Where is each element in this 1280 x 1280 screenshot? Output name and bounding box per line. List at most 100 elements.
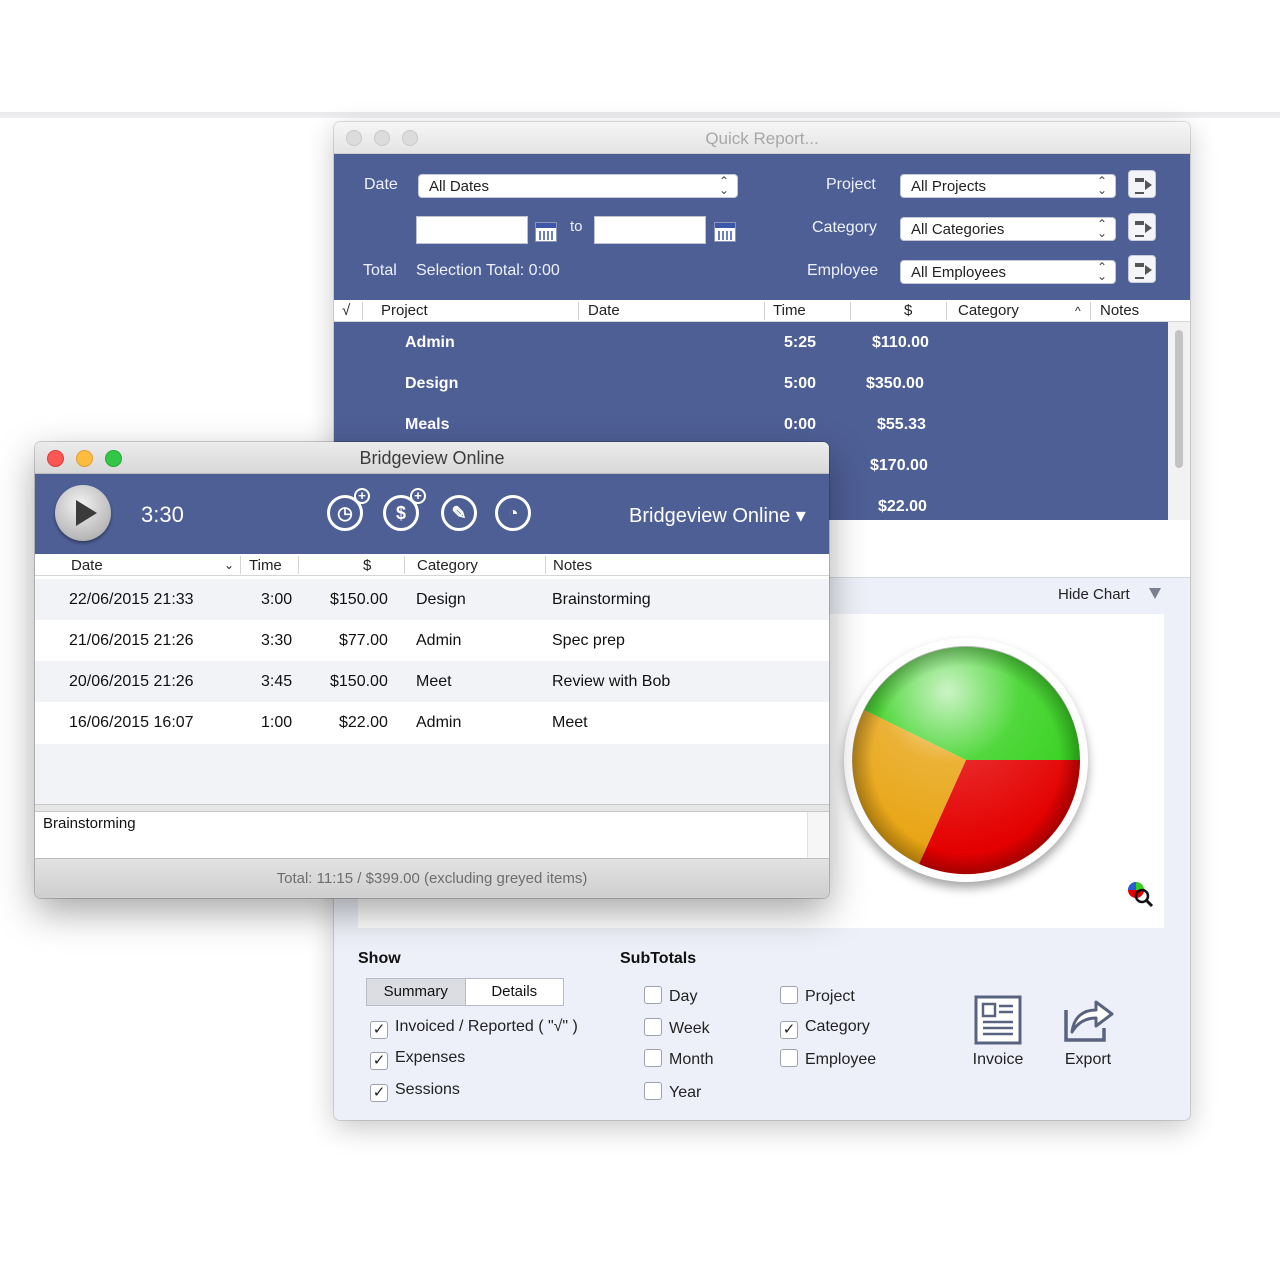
expenses-checkbox[interactable]: ✓ Expenses <box>370 1049 465 1070</box>
export-button[interactable]: Export <box>1056 994 1120 1069</box>
category-select-value: All Categories <box>911 221 1005 238</box>
employee-picker-button[interactable] <box>1128 255 1156 283</box>
calendar-icon[interactable] <box>714 222 736 242</box>
checkbox-box[interactable]: ✓ <box>370 1052 388 1070</box>
calendar-icon[interactable] <box>535 222 557 242</box>
date-select-value: All Dates <box>429 178 490 195</box>
row-project: Admin <box>405 334 455 351</box>
employee-select[interactable]: All Employees ⌃ ⌄ <box>900 260 1116 284</box>
view-mode-segmented-control[interactable]: Summary Details <box>366 978 564 1006</box>
invoice-button[interactable]: Invoice <box>966 994 1030 1069</box>
pie-chart[interactable] <box>844 638 1088 882</box>
checkbox-box[interactable] <box>644 986 662 1004</box>
column-header-amount[interactable]: $ <box>904 302 912 319</box>
table-row[interactable]: 20/06/2015 21:26 3:45 $150.00 Meet Revie… <box>35 661 829 702</box>
details-tab[interactable]: Details <box>466 979 564 1005</box>
column-header-date[interactable]: Date <box>71 557 103 574</box>
quick-report-titlebar[interactable]: Quick Report... <box>334 122 1190 154</box>
show-label: Show <box>358 950 401 967</box>
checkbox-box[interactable] <box>780 1049 798 1067</box>
employee-label: Employee <box>807 262 879 279</box>
subtotals-label: SubTotals <box>620 950 697 967</box>
split-view-divider[interactable] <box>35 804 829 812</box>
checkbox-label: Category <box>805 1018 870 1035</box>
project-select[interactable]: All Projects ⌃ ⌄ <box>900 174 1116 198</box>
category-subtotal-checkbox[interactable]: ✓ Category <box>780 1018 870 1039</box>
project-menu[interactable]: Bridgeview Online ▾ <box>629 503 806 528</box>
checkbox-box[interactable]: ✓ <box>780 1021 798 1039</box>
filter-panel: Date All Dates ⌃ ⌄ to Total Selection Tot… <box>334 154 1190 300</box>
start-date-input[interactable] <box>416 216 528 244</box>
summary-tab[interactable]: Summary <box>367 979 466 1005</box>
sessions-checkbox[interactable]: ✓ Sessions <box>370 1081 460 1102</box>
table-row[interactable]: 22/06/2015 21:33 3:00 $150.00 Design Bra… <box>35 579 829 620</box>
date-select[interactable]: All Dates ⌃ ⌄ <box>418 174 738 198</box>
category-select[interactable]: All Categories ⌃ ⌄ <box>900 217 1116 241</box>
column-header-project[interactable]: Project <box>381 302 428 319</box>
invoice-label: Invoice <box>972 1051 1024 1068</box>
row-time: 5:00 <box>784 375 817 392</box>
chart-zoom-icon[interactable] <box>1124 878 1156 910</box>
checkbox-box[interactable] <box>780 986 798 1004</box>
column-header-amount[interactable]: $ <box>363 557 371 574</box>
table-row[interactable]: 16/06/2015 16:07 1:00 $22.00 Admin Meet <box>35 702 829 743</box>
column-divider <box>404 556 405 574</box>
checkbox-box[interactable] <box>644 1082 662 1100</box>
column-header-time[interactable]: Time <box>249 557 282 574</box>
column-header-date[interactable]: Date <box>588 302 620 319</box>
column-header-category[interactable]: Category <box>958 302 1019 319</box>
report-scrollbar[interactable] <box>1168 322 1190 520</box>
week-checkbox[interactable]: Week <box>644 1018 710 1038</box>
total-label: Total <box>363 262 397 279</box>
table-row[interactable]: 21/06/2015 21:26 3:30 $77.00 Admin Spec … <box>35 620 829 661</box>
column-divider <box>545 556 546 574</box>
column-header-category[interactable]: Category <box>417 557 478 574</box>
month-checkbox[interactable]: Month <box>644 1049 713 1069</box>
table-row[interactable]: Meals 0:00 $55.33 <box>334 404 1168 445</box>
day-checkbox[interactable]: Day <box>644 986 697 1006</box>
project-window: Bridgeview Online 3:30 ◷ + $ + ✎ ◔ Bridgev… <box>35 442 829 898</box>
category-picker-button[interactable] <box>1128 213 1156 241</box>
checkbox-label: Day <box>669 988 698 1005</box>
invoiced-checkbox[interactable]: ✓ Invoiced / Reported ( "√" ) <box>370 1018 578 1039</box>
employee-select-value: All Employees <box>911 264 1007 281</box>
checkbox-label: Week <box>669 1020 710 1037</box>
checkbox-label: Expenses <box>395 1049 466 1066</box>
checkbox-label: Year <box>669 1084 702 1101</box>
updown-arrows-icon: ⌃ ⌄ <box>1096 174 1107 197</box>
notes-field[interactable]: Brainstorming <box>35 812 807 858</box>
checkbox-box[interactable]: ✓ <box>370 1021 388 1039</box>
scrollbar-thumb[interactable] <box>1175 330 1183 468</box>
checkbox-box[interactable] <box>644 1049 662 1067</box>
project-window-titlebar[interactable]: Bridgeview Online <box>35 442 829 474</box>
checkbox-box[interactable] <box>644 1018 662 1036</box>
hide-chart-button[interactable]: Hide Chart <box>1058 586 1130 603</box>
project-subtotal-checkbox[interactable]: Project <box>780 986 855 1006</box>
report-icon[interactable]: ◔ <box>495 495 531 531</box>
employee-subtotal-checkbox[interactable]: Employee <box>780 1049 876 1069</box>
disclosure-triangle-icon[interactable] <box>1149 588 1161 599</box>
window-title: Quick Report... <box>705 129 819 148</box>
edit-icon[interactable]: ✎ <box>441 495 477 531</box>
column-divider <box>850 302 851 320</box>
end-date-input[interactable] <box>594 216 706 244</box>
column-header-notes[interactable]: Notes <box>553 557 592 574</box>
table-row[interactable]: Design 5:00 $350.00 <box>334 363 1168 404</box>
row-date: 20/06/2015 21:26 <box>69 673 194 690</box>
row-notes: Review with Bob <box>552 673 671 690</box>
column-header-notes[interactable]: Notes <box>1100 302 1139 319</box>
column-header-check[interactable]: √ <box>342 302 350 319</box>
add-expense-icon[interactable]: $ + <box>383 488 426 531</box>
add-time-icon[interactable]: ◷ + <box>327 488 370 531</box>
column-header-time[interactable]: Time <box>773 302 806 319</box>
sort-ascending-icon: ^ <box>1075 304 1081 318</box>
timer-display: 3:30 <box>141 502 184 527</box>
project-picker-button[interactable] <box>1128 170 1156 198</box>
notes-scrollbar[interactable] <box>807 812 829 858</box>
checkbox-box[interactable]: ✓ <box>370 1084 388 1102</box>
table-row[interactable]: Admin 5:25 $110.00 <box>334 322 1168 363</box>
play-button[interactable] <box>55 485 111 541</box>
row-amount: $22.00 <box>878 498 927 515</box>
year-checkbox[interactable]: Year <box>644 1082 701 1102</box>
row-amount: $350.00 <box>866 375 924 392</box>
